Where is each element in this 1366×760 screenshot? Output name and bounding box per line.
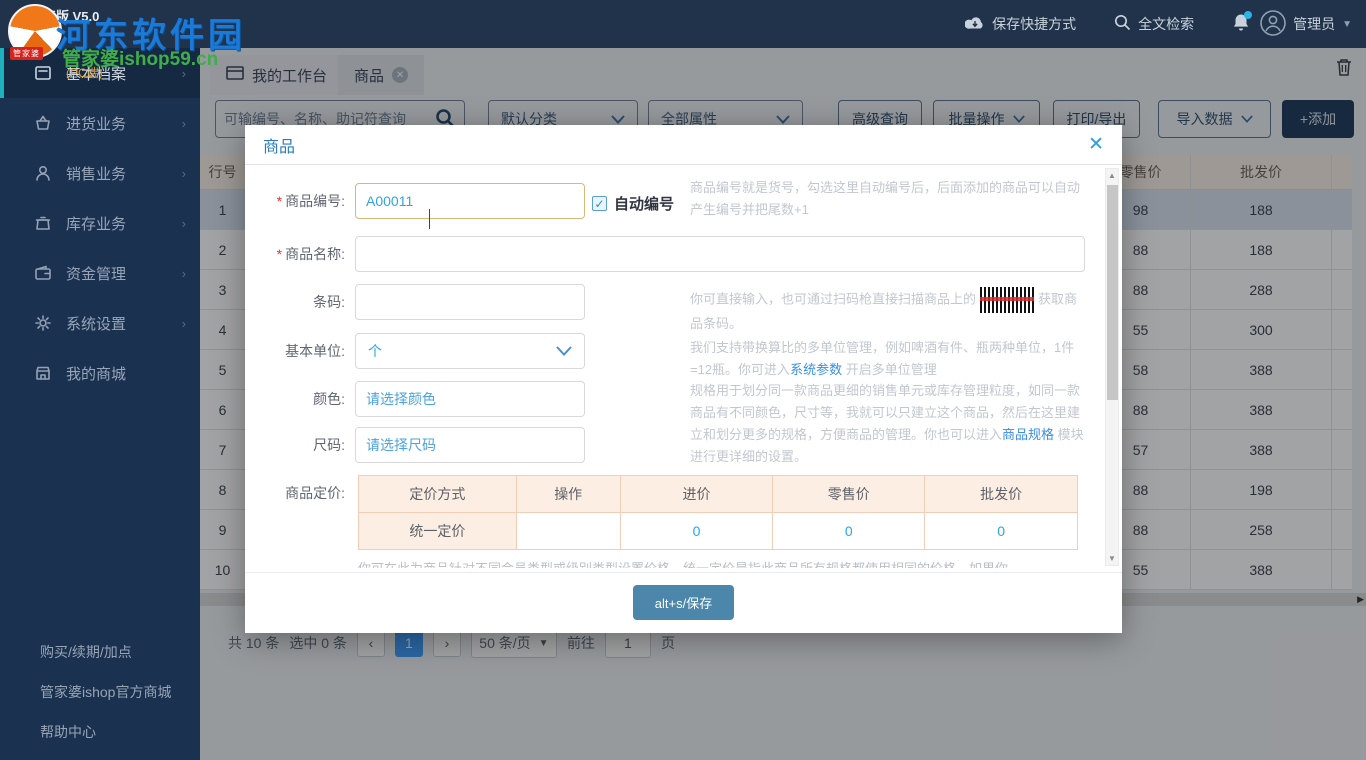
wallet-icon: [33, 263, 53, 283]
size-input[interactable]: [355, 427, 585, 463]
watermark-suffix: 59.cn: [169, 49, 219, 70]
pricing-data-row: 统一定价 0 0 0: [358, 512, 1078, 550]
pricing-op-cell: [515, 512, 621, 550]
sidebar-item-my-mall[interactable]: 我的商城: [0, 348, 200, 398]
sidebar-item-sales[interactable]: 销售业务 ›: [0, 148, 200, 198]
chevron-down-icon: [556, 346, 572, 356]
username-label: 管理员: [1293, 16, 1336, 32]
product-modal: 商品 ✕ *商品编号: ✓ 自动编号 商品编号就是货号，勾选这里自动编号后，后面…: [245, 125, 1122, 633]
notifications-button[interactable]: [1232, 11, 1253, 35]
spec-help-text: 规格用于划分同一款商品更细的销售单元或库存管理粒度，如同一款商品有不同颜色，尺寸…: [690, 383, 1084, 465]
sidebar-item-label: 进货业务: [66, 115, 127, 133]
chevron-right-icon: ›: [181, 115, 186, 131]
scroll-up-icon[interactable]: ▲: [1106, 171, 1118, 180]
required-marker: *: [276, 193, 283, 209]
inventory-bin-icon: [33, 213, 53, 233]
product-code-row: * 商品编号:: [257, 183, 585, 229]
bell-icon: [1232, 14, 1250, 35]
barcode-row: 条码:: [257, 284, 585, 320]
global-search-label: 全文检索: [1138, 16, 1195, 32]
sidebar: 基本档案 › 进货业务 › 销售业务 › 库存业务 › 资金管理 › 系统设置 …: [0, 48, 200, 760]
cloud-download-icon: [964, 15, 985, 34]
save-shortcut-button[interactable]: 保存快捷方式: [964, 14, 1077, 34]
sidebar-item-settings[interactable]: 系统设置 ›: [0, 298, 200, 348]
pricing-method-cell: 统一定价: [358, 512, 517, 550]
field-label: * 商品名称:: [276, 246, 345, 262]
checkbox-checked-icon: ✓: [592, 196, 607, 211]
gear-icon: [33, 313, 53, 333]
sidebar-item-label: 我的商城: [66, 365, 127, 383]
text-caret: [429, 209, 430, 229]
product-name-input[interactable]: [355, 236, 1085, 272]
close-icon[interactable]: ✕: [1088, 133, 1104, 156]
purchase-basket-icon: [33, 113, 53, 133]
field-label: 基本单位:: [285, 343, 345, 359]
sidebar-link-purchase-renew[interactable]: 购买/续期/加点: [0, 632, 200, 672]
modal-scrollbar[interactable]: ▲ ▼: [1105, 168, 1119, 566]
sidebar-item-label: 系统设置: [66, 315, 127, 333]
save-shortcut-label: 保存快捷方式: [992, 16, 1077, 32]
modal-header: 商品 ✕: [245, 125, 1122, 165]
purchase-price-value[interactable]: 0: [619, 512, 774, 550]
product-spec-link[interactable]: 商品规格: [1002, 427, 1054, 442]
logo-badge: 管家婆: [10, 47, 43, 60]
scroll-down-icon[interactable]: ▼: [1106, 554, 1118, 563]
modal-footer: alt+s/保存: [245, 572, 1122, 632]
archive-icon: [33, 63, 53, 83]
field-label: 颜色:: [313, 391, 345, 407]
scrollbar-thumb[interactable]: [1107, 185, 1118, 400]
base-unit-row: 基本单位: 个: [257, 333, 585, 369]
field-label: 商品定价:: [285, 485, 345, 501]
chevron-right-icon: ›: [181, 215, 186, 231]
modal-body: *商品编号: ✓ 自动编号 商品编号就是货号，勾选这里自动编号后，后面添加的商品…: [245, 165, 1122, 572]
pc-edition-label: (PC端): [66, 66, 103, 80]
field-label: * 商品编号:: [276, 193, 345, 209]
required-marker: *: [276, 246, 283, 262]
auto-number-checkbox[interactable]: ✓ 自动编号: [592, 193, 674, 214]
app-root: 豪华版 V5.0 保存快捷方式 全文检索 管理员 ▼ 管家婆 河东软件园 管家婆…: [0, 0, 1366, 760]
clipped-help-text: 你可在此为商品针对不同会员类型或级别类型设置价格，统一定价是指此商品所有规格都使…: [358, 558, 1078, 568]
sidebar-item-label: 资金管理: [66, 265, 127, 283]
sidebar-item-funds[interactable]: 资金管理 ›: [0, 248, 200, 298]
wholesale-price-value[interactable]: 0: [924, 512, 1078, 550]
pricing-label-row: 商品定价:: [257, 483, 355, 503]
code-help-text: 商品编号就是货号，勾选这里自动编号后，后面添加的商品可以自动产生编号并把尾数+1: [690, 180, 1081, 218]
chevron-right-icon: ›: [181, 315, 186, 331]
base-unit-select[interactable]: 个: [355, 333, 585, 369]
notification-dot: [1244, 11, 1253, 19]
modal-title: 商品: [263, 138, 296, 156]
color-input[interactable]: [355, 381, 585, 417]
color-row: 颜色:: [257, 381, 585, 417]
product-code-input[interactable]: [355, 183, 585, 219]
store-icon: [33, 363, 53, 383]
product-name-row: * 商品名称:: [257, 236, 1085, 272]
search-icon: [1114, 14, 1131, 34]
system-params-link[interactable]: 系统参数: [790, 362, 842, 377]
user-menu[interactable]: 管理员 ▼: [1260, 9, 1352, 39]
pricing-table: 定价方式 操作 进价 零售价 批发价 统一定价 0 0 0: [358, 475, 1078, 550]
retail-price-value[interactable]: 0: [772, 512, 926, 550]
size-row: 尺码:: [257, 427, 585, 463]
field-label: 条码:: [313, 294, 345, 310]
customer-icon: [33, 163, 53, 183]
unit-help-text: 我们支持带换算比的多单位管理，例如啤酒有件、瓶两种单位，1件=12瓶。你可进入系…: [690, 340, 1075, 378]
chevron-right-icon: ›: [181, 165, 186, 181]
auto-number-label: 自动编号: [614, 196, 675, 213]
sidebar-item-inventory[interactable]: 库存业务 ›: [0, 198, 200, 248]
sidebar-link-help-center[interactable]: 帮助中心: [0, 712, 200, 752]
chevron-right-icon: ›: [181, 265, 186, 281]
global-search-button[interactable]: 全文检索: [1114, 14, 1194, 34]
sidebar-link-official-mall[interactable]: 管家婆ishop官方商城: [0, 672, 200, 712]
barcode-image: [980, 287, 1035, 313]
sidebar-item-label: 销售业务: [66, 165, 127, 183]
barcode-help-text: 你可直接输入，也可通过扫码枪直接扫描商品上的 获取商品条码。: [690, 287, 1085, 335]
barcode-input[interactable]: [355, 284, 585, 320]
field-label: 尺码:: [313, 437, 345, 453]
pricing-header-row: 定价方式 操作 进价 零售价 批发价: [358, 475, 1078, 513]
sidebar-item-label: 库存业务: [66, 215, 127, 233]
save-button[interactable]: alt+s/保存: [632, 585, 735, 620]
chevron-down-icon: ▼: [1342, 18, 1352, 30]
sidebar-item-purchasing[interactable]: 进货业务 ›: [0, 98, 200, 148]
user-avatar-icon: [1260, 9, 1286, 39]
